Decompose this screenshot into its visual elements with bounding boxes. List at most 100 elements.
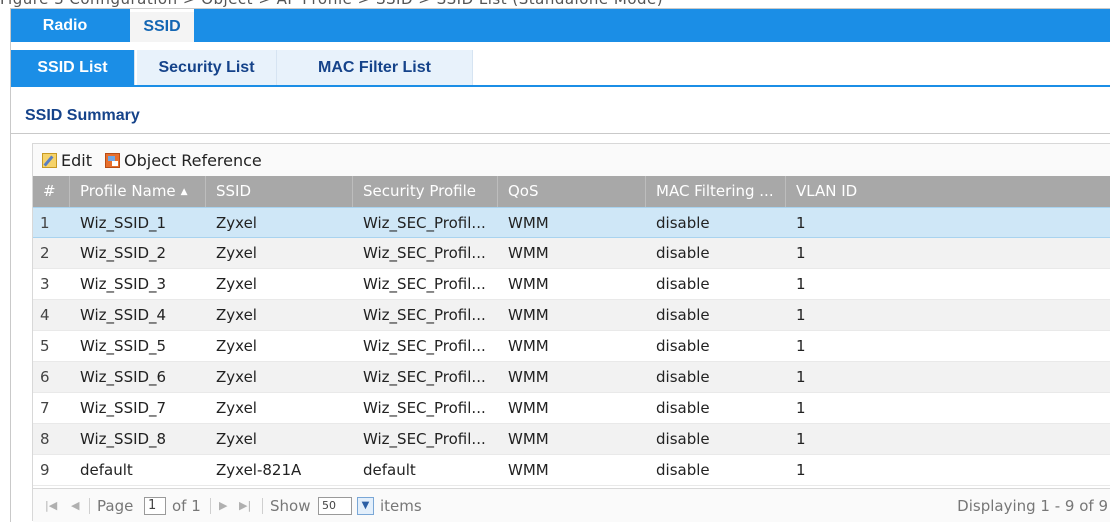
sub-tab-bar: SSID List Security List MAC Filter List [11,42,1110,87]
items-per-page-select[interactable]: 50 [318,497,352,515]
row-vlan-id: 1 [796,368,806,386]
row-ssid: Zyxel [216,244,257,262]
object-reference-icon [105,153,120,168]
section-divider [11,133,1110,134]
display-range-text: Displaying 1 - 9 of 9 [957,497,1108,515]
row-vlan-id: 1 [796,306,806,324]
pager-separator [89,498,90,514]
row-ssid: Zyxel [216,399,257,417]
row-number: 6 [40,368,50,386]
column-header-vlan-id[interactable]: VLAN ID [786,176,1110,207]
row-mac-filtering: disable [656,337,710,355]
row-profile-name: Wiz_SSID_7 [80,399,167,417]
table-row[interactable]: 9 default Zyxel-821A default WMM disable… [33,455,1110,486]
column-header-mac-filtering[interactable]: MAC Filtering ... [646,176,786,207]
table-row[interactable]: 7 Wiz_SSID_7 Zyxel Wiz_SEC_Profil... WMM… [33,393,1110,424]
tab-mac-filter-list[interactable]: MAC Filter List [277,50,473,85]
table-row[interactable]: 6 Wiz_SSID_6 Zyxel Wiz_SEC_Profil... WMM… [33,362,1110,393]
row-qos: WMM [508,275,549,293]
table-row[interactable]: 3 Wiz_SSID_3 Zyxel Wiz_SEC_Profil... WMM… [33,269,1110,300]
row-mac-filtering: disable [656,461,710,479]
row-ssid: Zyxel [216,368,257,386]
column-header-profile-name[interactable]: Profile Name ▲ [70,176,206,207]
row-mac-filtering: disable [656,244,710,262]
row-security-profile: Wiz_SEC_Profil... [363,244,486,262]
row-number: 5 [40,337,50,355]
pager-separator [210,498,211,514]
page-number-input[interactable]: 1 [144,497,166,515]
row-vlan-id: 1 [796,214,806,232]
row-profile-name: Wiz_SSID_6 [80,368,167,386]
row-profile-name: Wiz_SSID_5 [80,337,167,355]
row-security-profile: Wiz_SEC_Profil... [363,337,486,355]
pagination-bar: |◀ ◀ Page 1 of 1 ▶ ▶| Show 50 ▼ items Di… [33,488,1110,522]
table-row[interactable]: 2 Wiz_SSID_2 Zyxel Wiz_SEC_Profil... WMM… [33,238,1110,269]
column-header-ssid[interactable]: SSID [206,176,353,207]
column-header-security-profile[interactable]: Security Profile [353,176,498,207]
row-qos: WMM [508,214,549,232]
row-ssid: Zyxel [216,214,257,232]
sort-ascending-icon: ▲ [180,187,188,197]
row-qos: WMM [508,399,549,417]
row-qos: WMM [508,368,549,386]
tab-ssid[interactable]: SSID [130,9,194,42]
tab-security-list[interactable]: Security List [137,50,277,85]
row-mac-filtering: disable [656,430,710,448]
show-label: Show [270,497,311,515]
row-number: 4 [40,306,50,324]
row-vlan-id: 1 [796,275,806,293]
tab-radio[interactable]: Radio [11,9,119,42]
row-number: 7 [40,399,50,417]
table-row[interactable]: 1 Wiz_SSID_1 Zyxel Wiz_SEC_Profil... WMM… [33,207,1110,238]
table-row[interactable]: 4 Wiz_SSID_4 Zyxel Wiz_SEC_Profil... WMM… [33,300,1110,331]
row-mac-filtering: disable [656,368,710,386]
main-tab-bar: Radio SSID [11,9,1110,42]
row-security-profile: Wiz_SEC_Profil... [363,399,486,417]
next-page-icon[interactable]: ▶ [219,489,227,522]
ap-profile-panel: Radio SSID SSID List Security List MAC F… [10,8,1110,522]
column-header-number[interactable]: # [33,176,70,207]
table-row[interactable]: 8 Wiz_SSID_8 Zyxel Wiz_SEC_Profil... WMM… [33,424,1110,455]
row-ssid: Zyxel [216,337,257,355]
row-qos: WMM [508,306,549,324]
row-profile-name: default [80,461,133,479]
chevron-down-icon[interactable]: ▼ [357,497,374,515]
row-mac-filtering: disable [656,214,710,232]
first-page-icon[interactable]: |◀ [45,489,57,522]
items-label: items [380,497,422,515]
row-vlan-id: 1 [796,244,806,262]
toolbar: Edit Object Reference [33,144,1110,176]
column-header-profile-name-label: Profile Name [80,182,176,200]
row-profile-name: Wiz_SSID_1 [80,214,167,232]
figure-caption-text: Figure 3 Configuration > Object > AP Pro… [0,0,663,8]
row-security-profile: Wiz_SEC_Profil... [363,368,486,386]
row-ssid: Zyxel [216,430,257,448]
row-profile-name: Wiz_SSID_4 [80,306,167,324]
row-profile-name: Wiz_SSID_2 [80,244,167,262]
previous-page-icon[interactable]: ◀ [71,489,79,522]
page-label: Page [97,497,134,515]
edit-button[interactable]: Edit [42,151,92,171]
row-number: 2 [40,244,50,262]
row-mac-filtering: disable [656,275,710,293]
row-vlan-id: 1 [796,430,806,448]
row-security-profile: Wiz_SEC_Profil... [363,306,486,324]
section-title: SSID Summary [25,107,140,124]
row-vlan-id: 1 [796,399,806,417]
row-mac-filtering: disable [656,306,710,324]
column-header-qos[interactable]: QoS [498,176,646,207]
ssid-summary-panel: Edit Object Reference # Profile Name ▲ SS… [32,143,1110,522]
figure-caption: Figure 3 Configuration > Object > AP Pro… [0,0,1110,8]
object-reference-button[interactable]: Object Reference [105,151,262,171]
page-count-label: of 1 [172,497,201,515]
row-vlan-id: 1 [796,461,806,479]
table-row[interactable]: 5 Wiz_SSID_5 Zyxel Wiz_SEC_Profil... WMM… [33,331,1110,362]
row-qos: WMM [508,461,549,479]
row-number: 1 [40,214,50,232]
row-security-profile: Wiz_SEC_Profil... [363,275,486,293]
object-reference-label: Object Reference [124,151,262,170]
pager-separator [262,498,263,514]
edit-icon [42,153,57,168]
last-page-icon[interactable]: ▶| [239,489,251,522]
tab-ssid-list[interactable]: SSID List [11,50,135,85]
